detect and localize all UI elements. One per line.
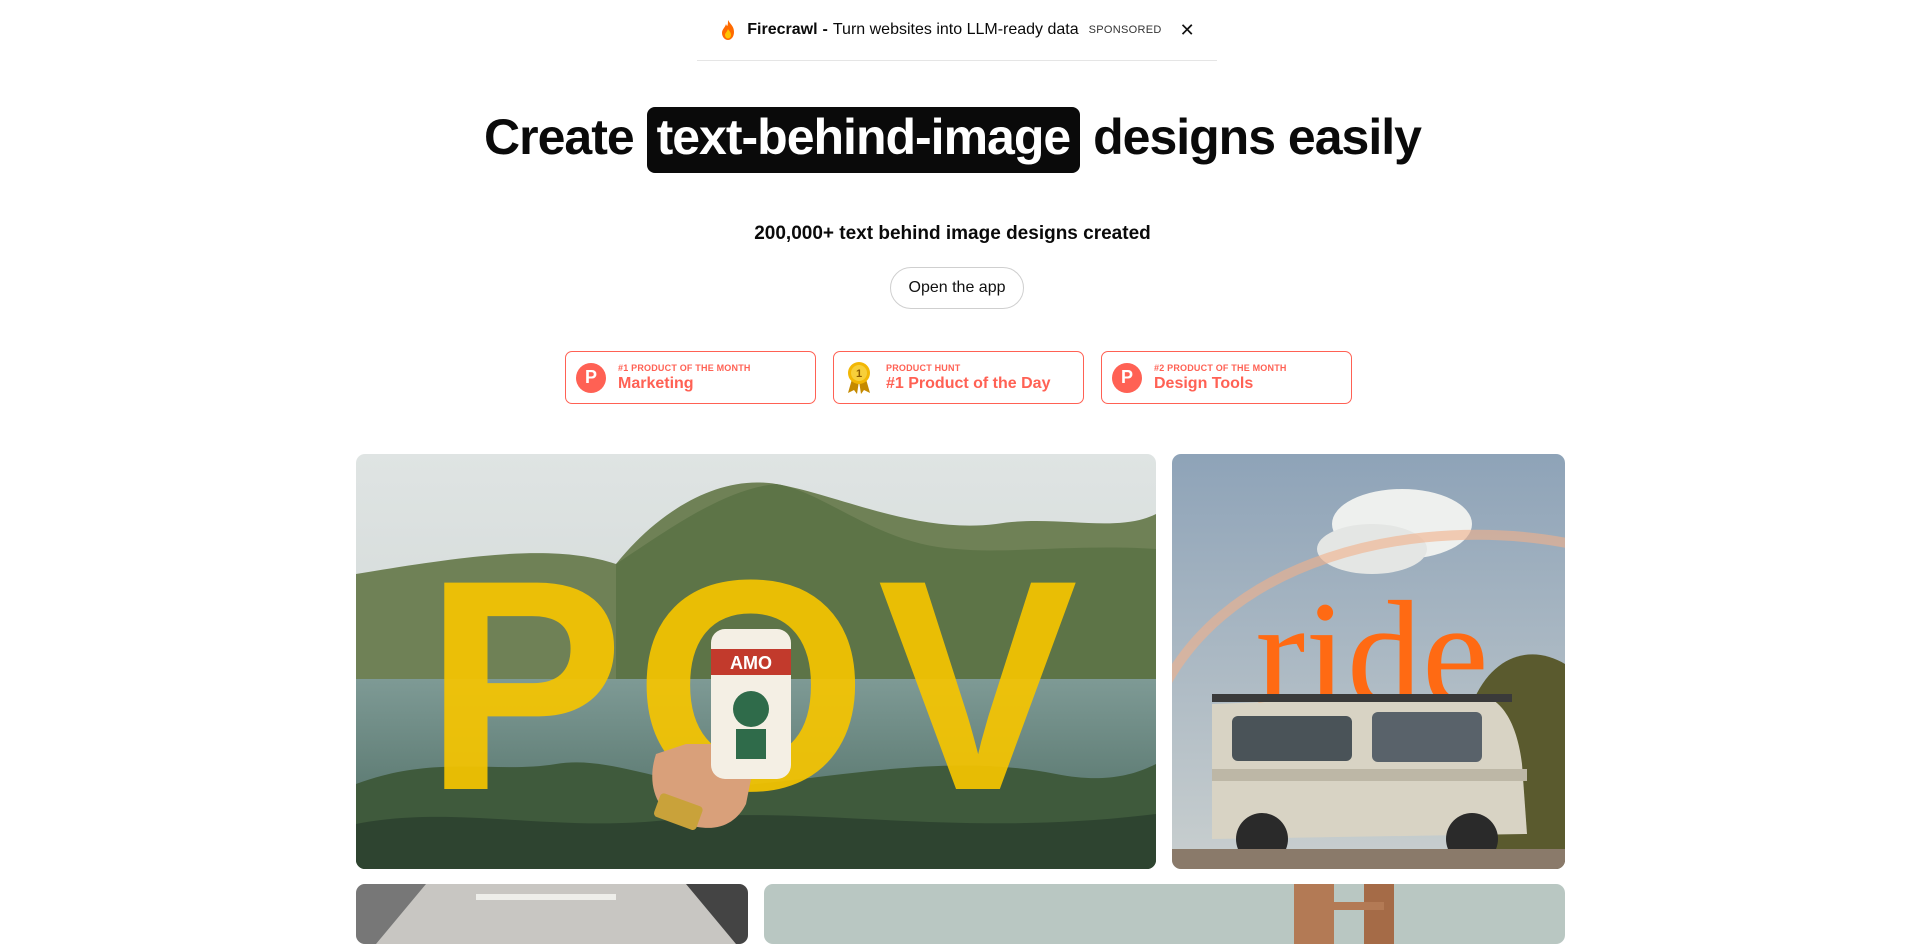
badge-title: #1 Product of the Day: [886, 374, 1051, 392]
gallery-image-4[interactable]: [764, 884, 1565, 944]
sponsor-separator: -: [822, 21, 828, 38]
sponsored-tag: SPONSORED: [1088, 24, 1162, 36]
product-hunt-icon: P: [576, 362, 606, 393]
title-prefix: Create: [484, 109, 635, 165]
title-suffix: designs easily: [1093, 109, 1422, 165]
sponsor-brand[interactable]: Firecrawl: [747, 21, 817, 39]
medal-icon: 1: [848, 361, 870, 394]
ride-illustration: ride: [1172, 454, 1565, 869]
gallery-image-4-illustration: [764, 884, 1565, 944]
gallery-image-3[interactable]: [356, 884, 748, 944]
svg-text:AMO: AMO: [730, 653, 772, 673]
close-icon[interactable]: ✕: [1180, 21, 1195, 39]
badge-caption: #2 Product of the Month: [1154, 362, 1287, 373]
sponsor-banner[interactable]: Firecrawl - Turn websites into LLM-ready…: [697, 0, 1217, 61]
gallery-image-3-illustration: [356, 884, 748, 944]
flame-icon: [722, 20, 735, 40]
badge-caption: #1 Product of the Month: [618, 362, 751, 373]
svg-text:1: 1: [856, 368, 862, 380]
badge-title: Marketing: [618, 374, 694, 392]
page-title: Create text-behind-image designs easily: [0, 107, 1905, 173]
badge-marketing[interactable]: P #1 Product of the Month Marketing: [565, 351, 816, 404]
badge-caption: Product Hunt: [886, 362, 961, 373]
open-app-button[interactable]: Open the app: [890, 267, 1024, 309]
badge-design-tools[interactable]: P #2 Product of the Month Design Tools: [1101, 351, 1352, 404]
gallery-image-pov[interactable]: POV AMO: [356, 454, 1156, 869]
sponsor-text[interactable]: Turn websites into LLM-ready data: [833, 21, 1079, 39]
badge-product-of-day[interactable]: 1 Product Hunt #1 Product of the Day: [833, 351, 1084, 404]
badge-title: Design Tools: [1154, 374, 1254, 392]
title-highlight: text-behind-image: [646, 107, 1081, 173]
designs-count: 200,000+ text behind image designs creat…: [754, 223, 1151, 244]
product-hunt-icon: P: [1112, 362, 1142, 393]
gallery-image-ride[interactable]: ride: [1172, 454, 1565, 869]
pov-illustration: POV AMO: [356, 454, 1156, 869]
